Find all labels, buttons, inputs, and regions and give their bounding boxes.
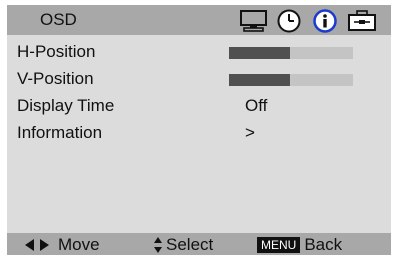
v-position-slider[interactable] — [229, 74, 353, 86]
menu-item-v-position[interactable]: V-Position — [17, 67, 377, 91]
clock-icon[interactable] — [276, 8, 302, 34]
footer-select-hint: Select — [153, 235, 213, 255]
menu-key-badge: MENU — [257, 237, 301, 253]
osd-window: OSD H-Position V-Position Display Time O… — [7, 5, 391, 255]
info-icon[interactable] — [312, 8, 338, 34]
menu-item-h-position[interactable]: H-Position — [17, 40, 377, 64]
footer-back-label: Back — [304, 235, 343, 254]
footer-move-hint: Move — [24, 235, 100, 255]
osd-title: OSD — [40, 10, 77, 29]
display-time-value: Off — [245, 96, 268, 115]
up-down-arrows-icon — [154, 237, 162, 253]
monitor-icon[interactable] — [239, 9, 269, 33]
osd-footer: Move Select MENU Back — [7, 233, 391, 255]
toolbox-icon[interactable] — [347, 9, 377, 33]
menu-item-label: Information — [17, 123, 103, 142]
information-arrow: > — [245, 123, 255, 142]
menu-item-label: H-Position — [17, 42, 96, 61]
footer-select-label: Select — [166, 235, 214, 254]
osd-header: OSD — [7, 5, 391, 35]
osd-menu: H-Position V-Position Display Time Off I… — [7, 36, 391, 232]
h-position-slider[interactable] — [229, 47, 353, 59]
footer-move-label: Move — [58, 235, 100, 254]
menu-item-information[interactable]: Information > — [17, 121, 377, 145]
menu-item-label: Display Time — [17, 96, 115, 115]
footer-back-hint: MENU Back — [257, 235, 342, 255]
menu-item-display-time[interactable]: Display Time Off — [17, 94, 377, 118]
slider-fill — [229, 47, 290, 59]
slider-fill — [229, 74, 290, 86]
left-right-arrows-icon — [25, 239, 49, 251]
menu-item-label: V-Position — [17, 69, 94, 88]
